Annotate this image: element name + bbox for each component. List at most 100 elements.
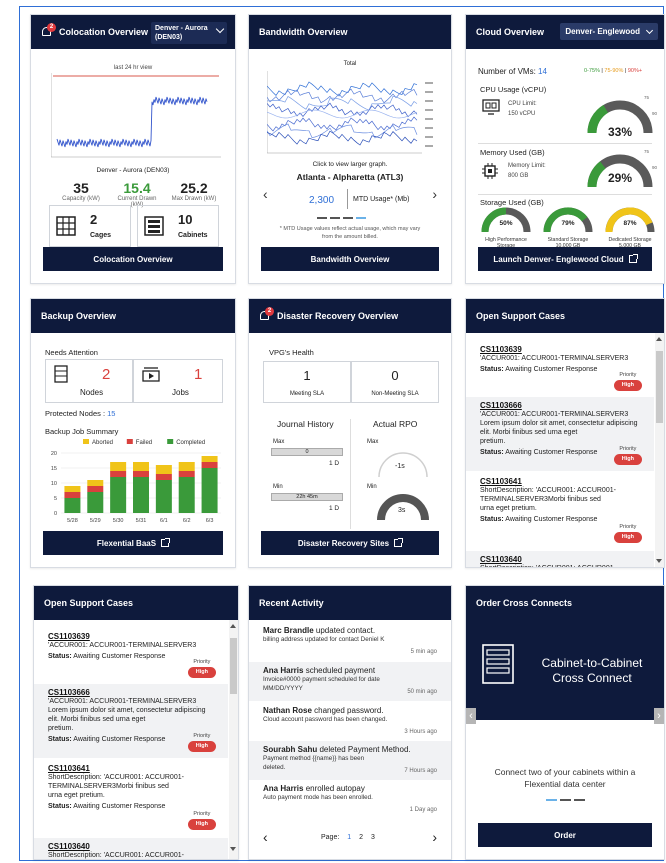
page-link-2[interactable]: 2 — [359, 834, 363, 841]
scroll-up-icon[interactable] — [230, 624, 236, 628]
flexential-baas-button[interactable]: Flexential BaaS — [43, 531, 223, 555]
activity-item[interactable]: Nathan Rose changed password. Cloud accou… — [249, 702, 451, 741]
bar-segment-aborted[interactable] — [87, 480, 104, 486]
support-cases-card-bottom: Open Support Cases CS1103639 'ACCUR001: A… — [33, 585, 239, 860]
activity-item[interactable]: Ana Harris enrolled autopay Auto payment … — [249, 780, 451, 819]
bar-segment-failed[interactable] — [133, 471, 149, 477]
cloud-location-select[interactable]: Denver- Englewood — [560, 23, 658, 40]
activity-summary: Ana Harris scheduled payment — [263, 666, 376, 675]
activity-pagination: Page: 1 2 3 — [321, 834, 375, 841]
activity-item[interactable]: Sourabh Sahu deleted Payment Method. Paym… — [249, 741, 451, 780]
colocation-location-select[interactable]: Denver - Aurora (DEN03) — [151, 22, 227, 44]
bandwidth-next-arrow[interactable]: › — [432, 186, 437, 202]
case-id-link[interactable]: CS1103639 — [480, 345, 640, 354]
bandwidth-pager-dots[interactable] — [317, 217, 366, 219]
launch-cloud-button[interactable]: Launch Denver- Englewood Cloud — [478, 247, 652, 271]
bar-segment-completed[interactable] — [155, 480, 172, 513]
max-drawn-value: 25.2 — [180, 180, 208, 196]
non-meeting-sla-tile[interactable]: 0 Non-Meeting SLA — [351, 361, 439, 403]
support-case-item[interactable]: CS1103639 'ACCUR001: ACCUR001-TERMINALSER… — [34, 628, 228, 682]
activity-time: 7 Hours ago — [404, 768, 437, 774]
usage-value: 2,300 — [309, 195, 335, 206]
activity-next-arrow[interactable]: › — [432, 829, 437, 845]
scroll-down-icon[interactable] — [656, 559, 662, 563]
bandwidth-prev-arrow[interactable]: ‹ — [263, 186, 268, 202]
bar-segment-aborted[interactable] — [201, 456, 218, 462]
bar-segment-completed[interactable] — [110, 477, 127, 513]
case-id-link[interactable]: CS1103666 — [480, 401, 640, 410]
bar-segment-aborted[interactable] — [110, 462, 127, 471]
scroll-up-icon[interactable] — [656, 337, 662, 341]
bell-icon[interactable]: 2 — [259, 307, 274, 323]
bar-segment-aborted[interactable] — [178, 462, 195, 471]
support-case-item[interactable]: CS1103666 'ACCUR001: ACCUR001-TERMINALSER… — [466, 397, 654, 471]
jobs-tile[interactable]: 1 Jobs — [133, 359, 223, 403]
bar-segment-completed[interactable] — [133, 477, 149, 513]
carousel-dots[interactable] — [546, 799, 585, 801]
activity-summary: Sourabh Sahu deleted Payment Method. — [263, 745, 411, 754]
page-link-3[interactable]: 3 — [371, 834, 375, 841]
support-cases-card-top: Open Support Cases CS1103639 'ACCUR001: A… — [465, 298, 665, 568]
bandwidth-overview-button[interactable]: Bandwidth Overview — [261, 247, 439, 271]
case-description: 'ACCUR001: ACCUR001-TERMINALSERVER3 Lorem… — [480, 411, 638, 445]
order-button[interactable]: Order — [478, 823, 652, 847]
bandwidth-chart[interactable] — [267, 71, 437, 155]
journal-max-value: 1 D — [329, 460, 340, 467]
bandwidth-click-hint[interactable]: Click to view larger graph. — [249, 161, 451, 168]
bar-segment-completed[interactable] — [178, 477, 195, 513]
support-case-item[interactable]: CS1103641 ShortDescription: 'ACCUR001: AC… — [34, 760, 228, 836]
support-case-item[interactable]: CS1103640ShortDescription: 'ACCUR001: AC… — [466, 551, 654, 567]
nodes-tile[interactable]: 2 Nodes — [45, 359, 133, 403]
bar-segment-failed[interactable] — [110, 471, 127, 477]
cabinets-tile[interactable]: 10 Cabinets — [137, 205, 219, 247]
colocation-power-chart[interactable] — [51, 73, 221, 158]
support-header: Open Support Cases — [466, 299, 664, 333]
bar-segment-failed[interactable] — [87, 486, 104, 492]
bandwidth-site: Atlanta - Alpharetta (ATL3) — [296, 172, 404, 182]
case-id-link[interactable]: CS1103640 — [48, 842, 214, 851]
case-id-link[interactable]: CS1103641 — [480, 477, 640, 486]
bar-segment-failed[interactable] — [178, 471, 195, 477]
bar-segment-failed[interactable] — [201, 462, 218, 468]
dr-sites-button[interactable]: Disaster Recovery Sites — [261, 531, 439, 555]
activity-item[interactable]: Marc Brandle updated contact. billing add… — [249, 622, 451, 661]
storage-title: Storage Used (GB) — [480, 198, 544, 207]
cages-tile[interactable]: 2 Cages — [49, 205, 131, 247]
carousel-next-arrow[interactable]: › — [654, 708, 664, 724]
support-scroll-thumb[interactable] — [656, 351, 663, 423]
page-link-1[interactable]: 1 — [347, 834, 351, 841]
bar-segment-failed[interactable] — [155, 474, 172, 480]
gauge-tick-90: 90 — [652, 165, 658, 170]
bar-segment-aborted[interactable] — [133, 462, 149, 471]
backup-job-chart[interactable]: Aborted Failed Completed 20 15 10 5 0 5/28 5/29 5/… — [43, 437, 227, 527]
bar-segment-aborted[interactable] — [64, 486, 81, 492]
activity-prev-arrow[interactable]: ‹ — [263, 829, 268, 845]
colocation-overview-button[interactable]: Colocation Overview — [43, 247, 223, 271]
bar-segment-aborted[interactable] — [155, 465, 172, 474]
rpo-min-gauge — [377, 494, 429, 521]
cross-connect-title: Order Cross Connects — [476, 598, 573, 608]
support-case-item[interactable]: CS1103666 'ACCUR001: ACCUR001-TERMINALSER… — [34, 684, 228, 758]
non-meeting-sla-label: Non-Meeting SLA — [371, 391, 419, 397]
activity-item[interactable]: Ana Harris scheduled payment Invoice#0000… — [249, 662, 451, 701]
scroll-down-icon[interactable] — [230, 847, 236, 851]
case-id-link[interactable]: CS1103640 — [480, 555, 640, 564]
journal-min-value: 1 D — [329, 505, 340, 512]
support-case-item[interactable]: CS1103639 'ACCUR001: ACCUR001-TERMINALSER… — [466, 341, 654, 395]
bell-icon[interactable]: 2 — [41, 23, 56, 39]
meeting-sla-tile[interactable]: 1 Meeting SLA — [263, 361, 351, 403]
case-id-link[interactable]: CS1103666 — [48, 688, 214, 697]
priority-badge: High — [187, 741, 216, 752]
bar-segment-failed[interactable] — [64, 492, 81, 498]
bar-segment-completed[interactable] — [64, 498, 81, 513]
bar-segment-completed[interactable] — [201, 468, 218, 513]
activity-summary: Marc Brandle updated contact. — [263, 626, 376, 635]
carousel-prev-arrow[interactable]: ‹ — [466, 708, 476, 724]
support-case-item[interactable]: CS1103640ShortDescription: 'ACCUR001: AC… — [34, 838, 228, 859]
case-id-link[interactable]: CS1103639 — [48, 632, 214, 641]
support-scroll-thumb[interactable] — [230, 638, 237, 694]
case-id-link[interactable]: CS1103641 — [48, 764, 214, 773]
cpu-limit-label: CPU Limit: — [508, 101, 537, 107]
bar-segment-completed[interactable] — [87, 492, 104, 513]
support-case-item[interactable]: CS1103641 ShortDescription: 'ACCUR001: AC… — [466, 473, 654, 549]
